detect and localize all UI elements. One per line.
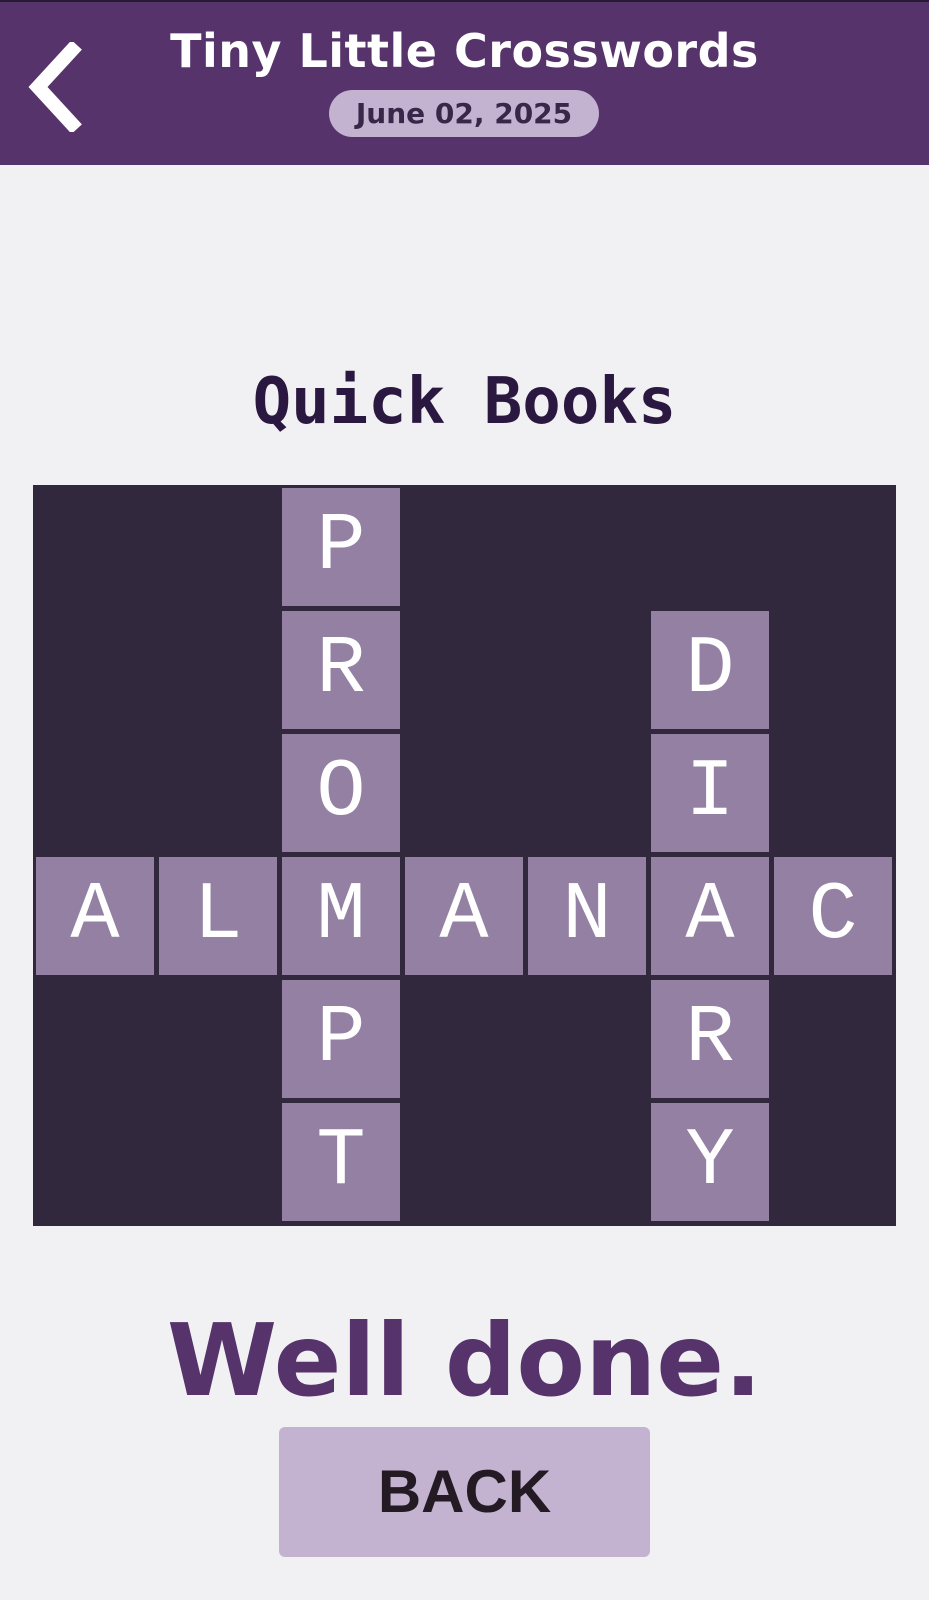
crossword-cell[interactable]: T — [282, 1103, 400, 1221]
completion-message: Well done. — [166, 1302, 763, 1419]
puzzle-title: Quick Books — [252, 365, 677, 439]
crossword-cell[interactable]: A — [36, 857, 154, 975]
crossword-cell[interactable]: D — [651, 611, 769, 729]
crossword-cell[interactable]: P — [282, 980, 400, 1098]
crossword-cell[interactable]: L — [159, 857, 277, 975]
back-button[interactable]: BACK — [279, 1427, 650, 1557]
crossword-cell[interactable]: N — [528, 857, 646, 975]
crossword-cell[interactable]: A — [405, 857, 523, 975]
date-badge: June 02, 2025 — [329, 90, 599, 137]
crossword-cell[interactable]: Y — [651, 1103, 769, 1221]
crossword-cell[interactable]: I — [651, 734, 769, 852]
app-title: Tiny Little Crosswords — [170, 24, 759, 78]
crossword-cell[interactable]: O — [282, 734, 400, 852]
crossword-cell[interactable]: A — [651, 857, 769, 975]
crossword-cell[interactable]: P — [282, 488, 400, 606]
crossword-grid: PRDOIALMANACPRTY — [33, 485, 896, 1226]
crossword-cell[interactable]: M — [282, 857, 400, 975]
crossword-cell[interactable]: R — [651, 980, 769, 1098]
crossword-cell[interactable]: R — [282, 611, 400, 729]
top-bar: Tiny Little Crosswords June 02, 2025 — [0, 0, 929, 165]
crossword-cell[interactable]: C — [774, 857, 892, 975]
